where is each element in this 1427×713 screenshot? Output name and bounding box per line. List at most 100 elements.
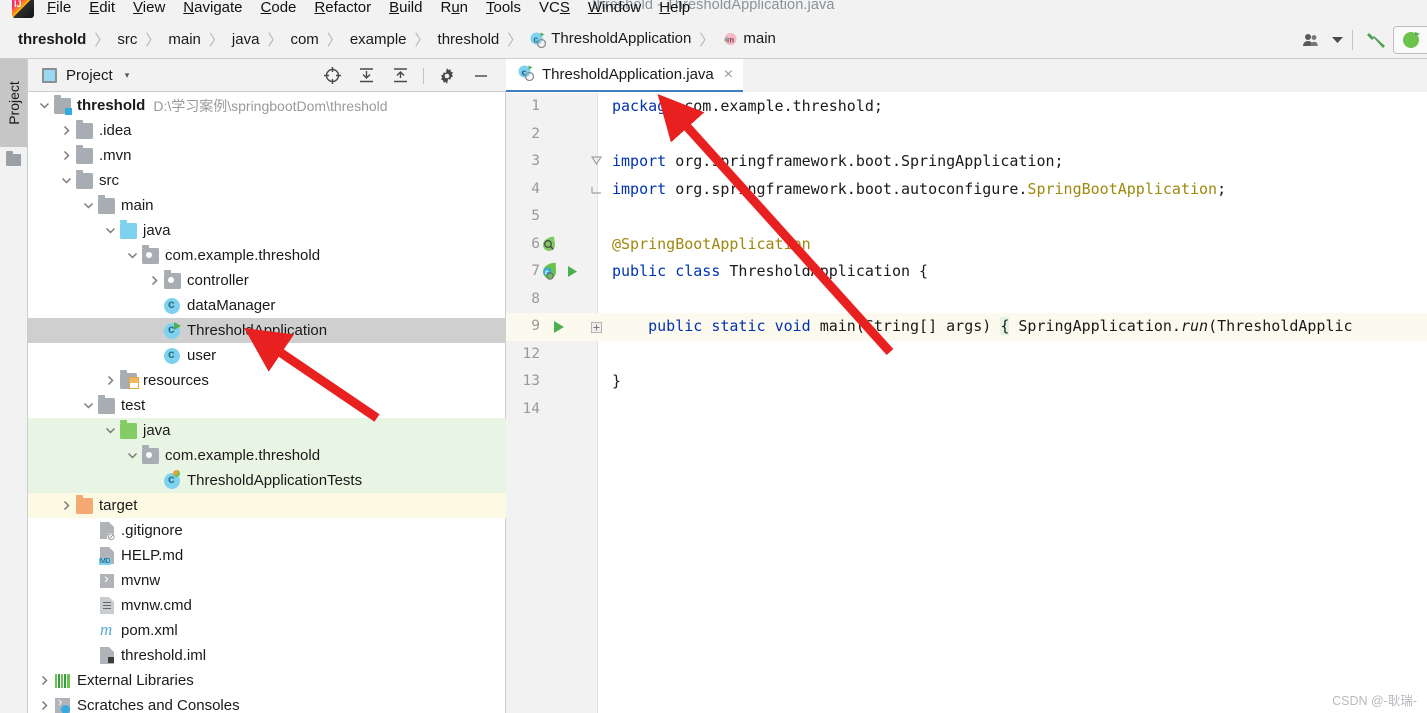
code-line-13[interactable]: } xyxy=(612,368,621,396)
editor-tab-thresholdapplication[interactable]: c ThresholdApplication.java × xyxy=(506,59,744,92)
menu-item-window[interactable]: Window xyxy=(579,0,650,16)
breadcrumb-separator: 〉 xyxy=(208,31,224,49)
navigation-bar: threshold 〉 src 〉 main 〉 java 〉 com 〉 example 〉 thre… xyxy=(0,20,1427,59)
gutter-icons[interactable]: c xyxy=(506,93,602,713)
tree-node-help-md[interactable]: HELP.md xyxy=(28,543,506,568)
external-libraries-icon xyxy=(55,673,70,688)
project-tree[interactable]: threshold D:\学习案例\springbootDom\threshold… xyxy=(28,93,506,713)
left-tool-strip: Project xyxy=(0,59,28,713)
folder-icon xyxy=(98,194,115,214)
project-view-chevron-down-icon[interactable]: ▾ xyxy=(125,70,130,81)
breadcrumb-item-example[interactable]: example xyxy=(344,31,413,48)
tree-node-thresholdapplicationtests[interactable]: ThresholdApplicationTests xyxy=(28,468,506,493)
code-line-7[interactable]: public class ThresholdApplication { xyxy=(612,258,928,286)
breadcrumb-item-main[interactable]: m main xyxy=(716,30,782,47)
menu-item-edit[interactable]: Edit xyxy=(80,0,124,16)
menu-item-navigate[interactable]: Navigate xyxy=(174,0,251,16)
tree-node-controller[interactable]: controller xyxy=(28,268,506,293)
run-method-gutter-icon xyxy=(554,321,564,333)
tree-node-java[interactable]: java xyxy=(28,418,506,443)
breadcrumb-separator: 〉 xyxy=(145,31,161,49)
tree-node-com-example-threshold[interactable]: com.example.threshold xyxy=(28,243,506,268)
locate-icon[interactable] xyxy=(315,59,349,92)
tree-node-target[interactable]: target xyxy=(28,493,506,518)
tree-node-src[interactable]: src xyxy=(28,168,506,193)
code-line-4[interactable]: import org.springframework.boot.autoconf… xyxy=(612,176,1226,204)
project-panel-title: Project xyxy=(66,66,113,84)
menu-item-run[interactable]: Run xyxy=(431,0,477,16)
tree-node-external-libraries[interactable]: External Libraries xyxy=(28,668,506,693)
tree-node-threshold-iml[interactable]: threshold.iml xyxy=(28,643,506,668)
project-tool-window-tab[interactable]: Project xyxy=(0,59,27,147)
code-line-3[interactable]: import org.springframework.boot.SpringAp… xyxy=(612,148,1064,176)
breadcrumb[interactable]: threshold 〉 src 〉 main 〉 java 〉 com 〉 example 〉 thre… xyxy=(0,29,782,50)
code-line-1[interactable]: package com.example.threshold; xyxy=(612,93,883,121)
tree-node-datamanager[interactable]: dataManager xyxy=(28,293,506,318)
menu-item-help[interactable]: Help xyxy=(650,0,699,16)
menu-item-vcs[interactable]: VCS xyxy=(530,0,579,16)
settings-gear-icon[interactable] xyxy=(430,59,464,92)
java-class-icon xyxy=(164,297,181,314)
fold-end-icon xyxy=(591,186,601,194)
cmd-file-icon xyxy=(100,597,114,614)
tree-node--mvn[interactable]: .mvn xyxy=(28,143,506,168)
structure-folder-icon[interactable] xyxy=(6,151,21,166)
close-icon[interactable]: × xyxy=(724,66,733,84)
tree-node-label: target xyxy=(99,497,138,514)
tree-node-label: com.example.threshold xyxy=(165,247,321,264)
menu-item-code[interactable]: Code xyxy=(252,0,306,16)
run-configuration-icon[interactable] xyxy=(1393,25,1427,54)
menu-item-view[interactable]: View xyxy=(124,0,174,16)
breadcrumb-item-threshold[interactable]: threshold xyxy=(12,31,92,48)
menu-item-file[interactable]: File xyxy=(38,0,80,16)
tree-node--gitignore[interactable]: .gitignore xyxy=(28,518,506,543)
tree-node-threshold[interactable]: threshold D:\学习案例\springbootDom\threshold xyxy=(28,93,506,118)
tree-node-java[interactable]: java xyxy=(28,218,506,243)
tree-node-com-example-threshold[interactable]: com.example.threshold xyxy=(28,443,506,468)
tree-node-user[interactable]: user xyxy=(28,343,506,368)
breadcrumb-item-java[interactable]: java xyxy=(226,31,266,48)
hide-panel-icon[interactable] xyxy=(464,59,498,92)
build-hammer-icon[interactable] xyxy=(1359,20,1393,59)
collapse-all-icon[interactable] xyxy=(383,59,417,92)
tree-node-thresholdapplication[interactable]: ThresholdApplication xyxy=(28,318,506,343)
tree-node-pom-xml[interactable]: pom.xml xyxy=(28,618,506,643)
tree-node-label: src xyxy=(99,172,119,189)
breadcrumb-item-main[interactable]: main xyxy=(162,31,207,48)
source-folder-icon xyxy=(120,219,137,239)
tree-node-label: Scratches and Consoles xyxy=(77,697,240,713)
menu-item-tools[interactable]: Tools xyxy=(477,0,530,16)
tree-node-label: test xyxy=(121,397,146,414)
breadcrumb-separator: 〉 xyxy=(414,31,430,49)
menu-bar[interactable]: File Edit View Navigate Code Refactor Build Run… xyxy=(0,0,699,21)
tree-node-resources[interactable]: resources xyxy=(28,368,506,393)
breadcrumb-separator: 〉 xyxy=(699,31,715,49)
user-group-icon[interactable] xyxy=(1294,20,1328,59)
chevron-down-icon[interactable] xyxy=(1328,20,1346,59)
tree-node-label: threshold.iml xyxy=(121,647,207,664)
breadcrumb-item-threshold[interactable]: threshold xyxy=(432,31,506,48)
title-bar: threshold - ThresholdApplication.java Fi… xyxy=(0,0,1427,20)
menu-item-refactor[interactable]: Refactor xyxy=(305,0,380,16)
tree-node-label: threshold xyxy=(77,97,146,114)
tree-node-mvnw[interactable]: mvnw xyxy=(28,568,506,593)
tree-node-label: user xyxy=(187,347,217,364)
tree-node-mvnw-cmd[interactable]: mvnw.cmd xyxy=(28,593,506,618)
code-line-9[interactable]: public static void main(String[] args) {… xyxy=(612,313,1353,341)
breadcrumb-item-thresholdapplication[interactable]: c ThresholdApplication xyxy=(524,30,697,48)
breadcrumb-item-com[interactable]: com xyxy=(284,31,324,48)
tree-node-label: .gitignore xyxy=(121,522,183,539)
tree-node-scratches-and-consoles[interactable]: Scratches and Consoles xyxy=(28,693,506,713)
tree-node-label: External Libraries xyxy=(77,672,194,689)
breadcrumb-item-src[interactable]: src xyxy=(111,31,143,48)
code-content[interactable]: package com.example.threshold; import org… xyxy=(506,93,1427,713)
tree-node-label: com.example.threshold xyxy=(165,447,321,464)
code-line-6[interactable]: @SpringBootApplication xyxy=(612,231,811,259)
expand-all-icon[interactable] xyxy=(349,59,383,92)
tree-node-label: main xyxy=(121,197,154,214)
tree-node--idea[interactable]: .idea xyxy=(28,118,506,143)
tree-node-label: mvnw xyxy=(121,572,161,589)
tree-node-main[interactable]: main xyxy=(28,193,506,218)
tree-node-test[interactable]: test xyxy=(28,393,506,418)
menu-item-build[interactable]: Build xyxy=(380,0,431,16)
